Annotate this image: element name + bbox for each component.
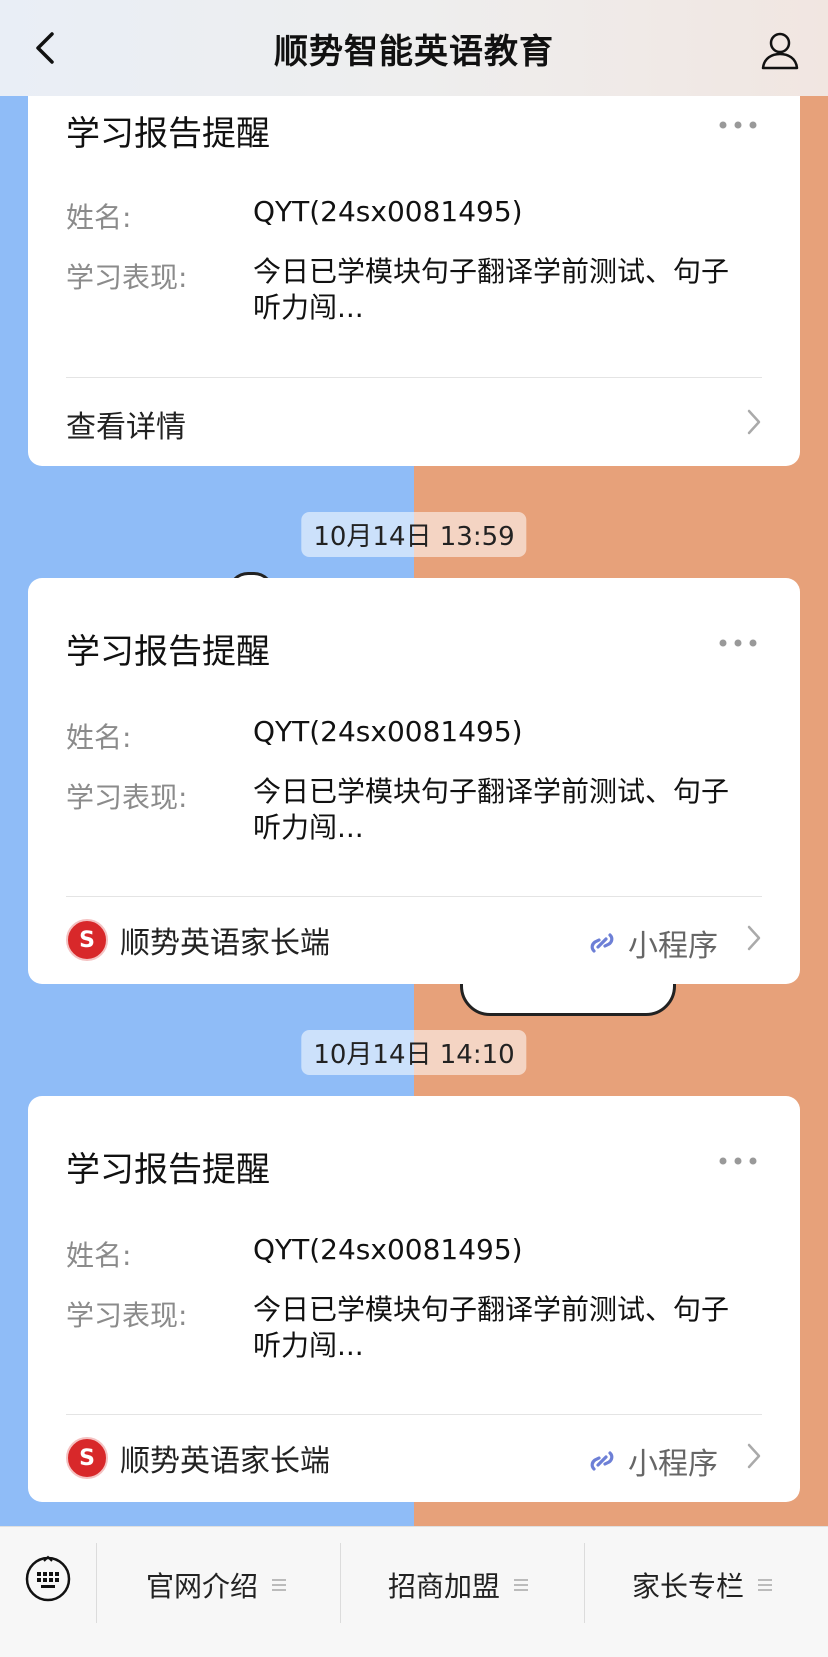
page-title: 顺势智能英语教育: [274, 31, 554, 72]
performance-value: 今日已学模块句子翻译学前测试、句子听力闯...: [253, 255, 730, 324]
name-label: 姓名:: [66, 721, 132, 754]
source-name: 顺势英语家长端: [120, 926, 330, 961]
more-dots-icon[interactable]: [718, 120, 758, 130]
timestamp: 10月14日 13:59: [301, 512, 527, 557]
divider: [66, 1414, 762, 1415]
nav-item[interactable]: 招商加盟: [388, 1565, 529, 1605]
performance-value: 今日已学模块句子翻译学前测试、句子听力闯...: [253, 775, 730, 844]
name-value: QYT(24sx0081495): [253, 1233, 523, 1266]
message-card[interactable]: 学习报告提醒 姓名: QYT(24sx0081495) 学习表现: 今日已学模块…: [28, 578, 800, 984]
nav-item[interactable]: 官网介绍: [146, 1565, 287, 1605]
view-details-label: 查看详情: [66, 410, 186, 445]
divider: [66, 377, 762, 378]
menu-lines-icon: [514, 1579, 529, 1591]
card-title: 学习报告提醒: [66, 632, 270, 672]
miniprogram-source[interactable]: S 顺势英语家长端: [66, 918, 330, 962]
nav-separator: [96, 1543, 97, 1623]
miniprogram-tag[interactable]: 小程序: [586, 1439, 718, 1483]
timestamp: 10月14日 14:10: [301, 1030, 527, 1075]
performance-value: 今日已学模块句子翻译学前测试、句子听力闯...: [253, 1293, 730, 1362]
name-label: 姓名:: [66, 1239, 132, 1272]
name-value: QYT(24sx0081495): [253, 195, 523, 228]
bottom-menu-bar: 官网介绍 招商加盟 家长专栏: [0, 1526, 828, 1657]
app-logo: S: [66, 919, 108, 961]
keyboard-icon[interactable]: [24, 1555, 72, 1603]
chevron-right-icon: [747, 409, 761, 435]
chevron-left-icon[interactable]: [28, 30, 64, 66]
message-card[interactable]: 学习报告提醒 姓名: QYT(24sx0081495) 学习表现: 今日已学模块…: [28, 1096, 800, 1502]
nav-separator: [340, 1543, 341, 1623]
name-value: QYT(24sx0081495): [253, 715, 523, 748]
nav-item-label: 官网介绍: [146, 1570, 259, 1603]
card-title: 学习报告提醒: [66, 114, 270, 154]
source-name: 顺势英语家长端: [120, 1444, 330, 1479]
chevron-right-icon: [747, 925, 761, 951]
menu-lines-icon: [272, 1579, 287, 1591]
miniprogram-link-icon: [590, 933, 614, 953]
top-bar: 顺势智能英语教育: [0, 0, 828, 96]
nav-item-label: 招商加盟: [388, 1570, 501, 1603]
message-card[interactable]: 学习报告提醒 姓名: QYT(24sx0081495) 学习表现: 今日已学模块…: [28, 96, 800, 466]
miniprogram-source[interactable]: S 顺势英语家长端: [66, 1436, 330, 1480]
miniprogram-link-icon: [590, 1451, 614, 1471]
user-icon[interactable]: [760, 30, 800, 70]
performance-label: 学习表现:: [66, 261, 188, 294]
divider: [66, 896, 762, 897]
miniprogram-label: 小程序: [628, 1447, 718, 1482]
menu-lines-icon: [758, 1579, 773, 1591]
more-dots-icon[interactable]: [718, 1156, 758, 1166]
miniprogram-label: 小程序: [628, 929, 718, 964]
nav-separator: [584, 1543, 585, 1623]
performance-label: 学习表现:: [66, 781, 188, 814]
nav-item[interactable]: 家长专栏: [632, 1565, 773, 1605]
chevron-right-icon: [747, 1443, 761, 1469]
miniprogram-tag[interactable]: 小程序: [586, 921, 718, 965]
nav-item-label: 家长专栏: [632, 1570, 745, 1603]
card-title: 学习报告提醒: [66, 1150, 270, 1190]
app-logo: S: [66, 1437, 108, 1479]
more-dots-icon[interactable]: [718, 638, 758, 648]
performance-label: 学习表现:: [66, 1299, 188, 1332]
view-details-link[interactable]: 查看详情: [66, 402, 186, 446]
name-label: 姓名:: [66, 201, 132, 234]
